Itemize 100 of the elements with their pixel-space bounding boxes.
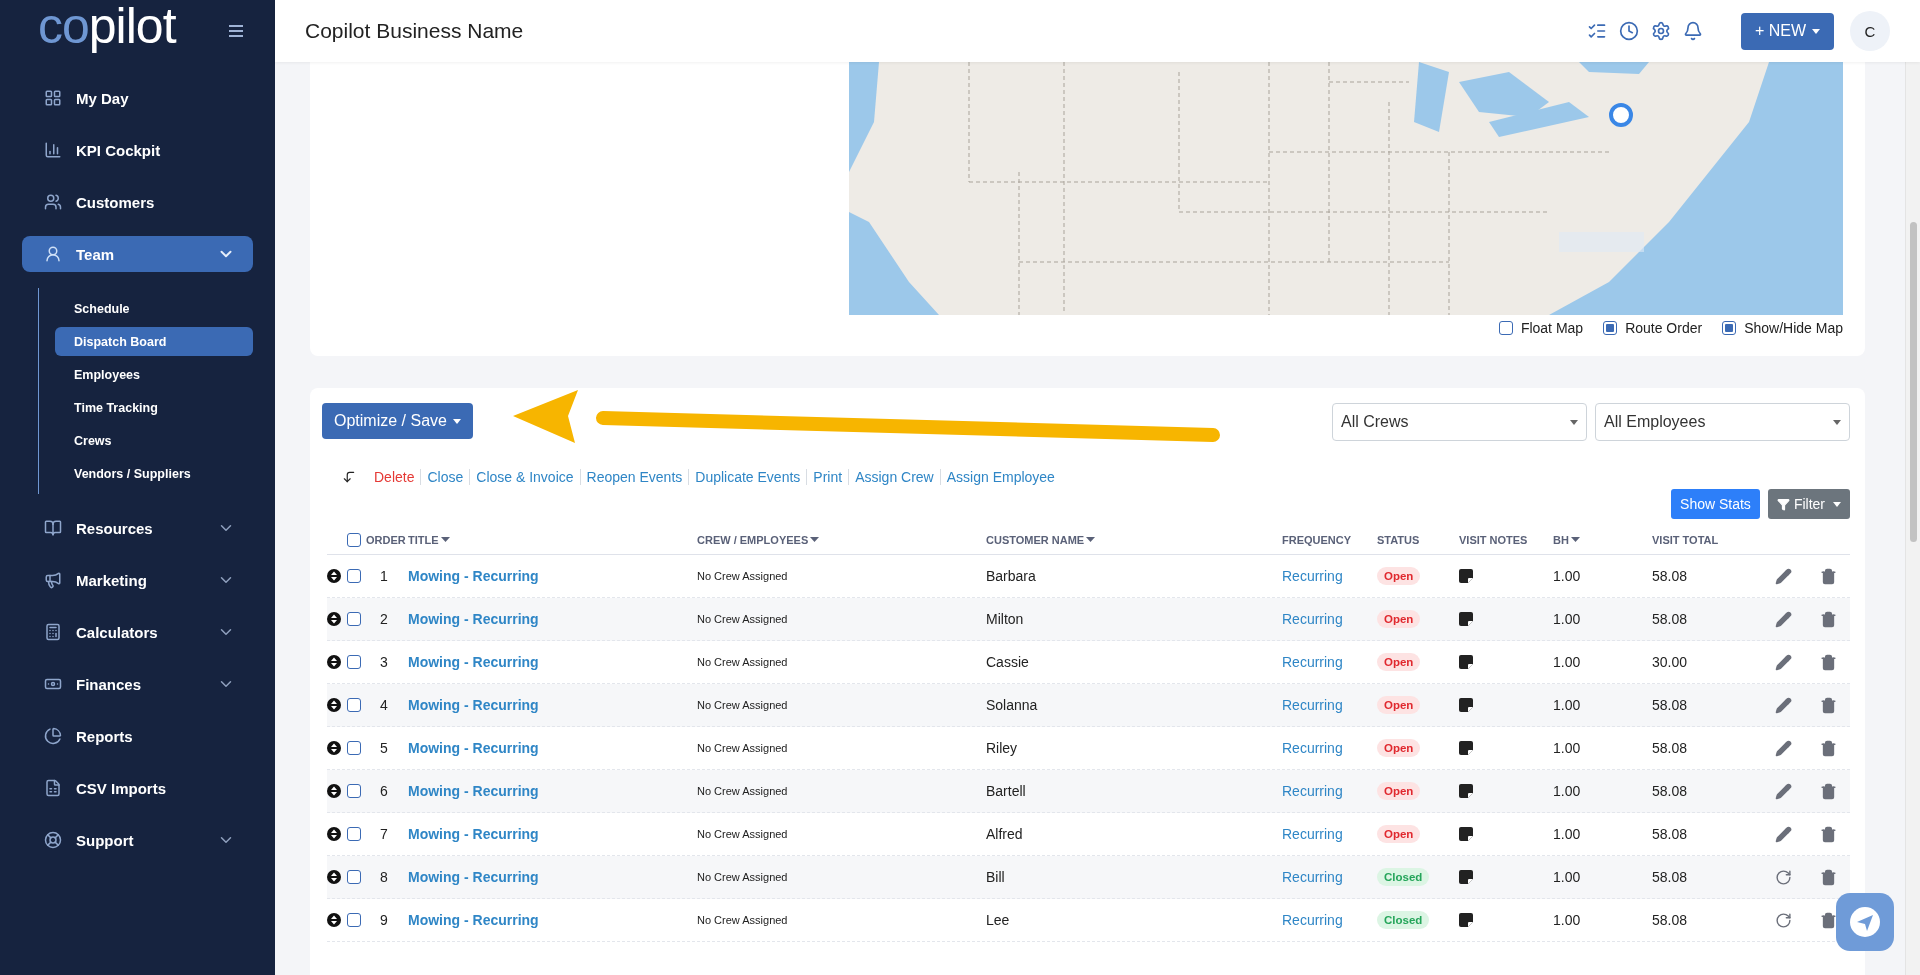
checkbox[interactable]: [347, 741, 361, 755]
reorder-icon[interactable]: [327, 655, 341, 669]
event-title-link[interactable]: Mowing - Recurring: [408, 826, 539, 842]
nav-item[interactable]: Resources: [22, 510, 253, 546]
checkbox-option[interactable]: Route Order: [1603, 320, 1703, 336]
event-title-link[interactable]: Mowing - Recurring: [408, 869, 539, 885]
reorder-icon[interactable]: [327, 569, 341, 583]
bell-icon[interactable]: [1682, 21, 1703, 41]
action-link[interactable]: Print: [806, 469, 849, 485]
new-button[interactable]: + NEW: [1740, 12, 1834, 50]
edit-icon[interactable]: [1775, 567, 1792, 585]
show-stats-button[interactable]: Show Stats: [1671, 489, 1760, 519]
checkbox[interactable]: [347, 784, 361, 798]
nav-subitem[interactable]: Schedule: [55, 294, 253, 323]
reorder-icon[interactable]: [327, 741, 341, 755]
nav-item[interactable]: Reports: [22, 718, 253, 754]
reopen-icon[interactable]: [1775, 911, 1792, 929]
frequency-link[interactable]: Recurring: [1282, 568, 1343, 584]
action-link[interactable]: Assign Crew: [848, 469, 940, 485]
event-title-link[interactable]: Mowing - Recurring: [408, 654, 539, 670]
action-link[interactable]: Close: [420, 469, 470, 485]
frequency-link[interactable]: Recurring: [1282, 654, 1343, 670]
delete-icon[interactable]: [1820, 567, 1837, 585]
note-icon[interactable]: [1459, 913, 1473, 927]
frequency-link[interactable]: Recurring: [1282, 912, 1343, 928]
frequency-link[interactable]: Recurring: [1282, 783, 1343, 799]
event-title-link[interactable]: Mowing - Recurring: [408, 611, 539, 627]
reorder-icon[interactable]: [327, 698, 341, 712]
event-title-link[interactable]: Mowing - Recurring: [408, 568, 539, 584]
filter-button[interactable]: Filter: [1767, 489, 1850, 519]
checkbox[interactable]: [347, 698, 361, 712]
frequency-link[interactable]: Recurring: [1282, 740, 1343, 756]
scrollbar-thumb[interactable]: [1910, 222, 1917, 542]
nav-item[interactable]: CSV Imports: [22, 770, 253, 806]
action-link[interactable]: Duplicate Events: [688, 469, 807, 485]
nav-subitem[interactable]: Vendors / Suppliers: [55, 459, 253, 488]
checkbox[interactable]: [347, 870, 361, 884]
nav-item[interactable]: Marketing: [22, 562, 253, 598]
nav-item[interactable]: KPI Cockpit: [22, 132, 253, 168]
nav-subitem[interactable]: Time Tracking: [55, 393, 253, 422]
frequency-link[interactable]: Recurring: [1282, 869, 1343, 885]
nav-item[interactable]: Calculators: [22, 614, 253, 650]
nav-subitem[interactable]: Crews: [55, 426, 253, 455]
note-icon[interactable]: [1459, 784, 1473, 798]
clock-icon[interactable]: [1618, 21, 1639, 41]
frequency-link[interactable]: Recurring: [1282, 611, 1343, 627]
note-icon[interactable]: [1459, 655, 1473, 669]
nav-item[interactable]: My Day: [22, 80, 253, 116]
edit-icon[interactable]: [1775, 739, 1792, 757]
frequency-link[interactable]: Recurring: [1282, 826, 1343, 842]
checkbox[interactable]: [347, 827, 361, 841]
event-title-link[interactable]: Mowing - Recurring: [408, 740, 539, 756]
delete-icon[interactable]: [1820, 868, 1837, 886]
checkbox[interactable]: [347, 612, 361, 626]
delete-icon[interactable]: [1820, 825, 1837, 843]
note-icon[interactable]: [1459, 612, 1473, 626]
checkbox[interactable]: [347, 913, 361, 927]
nav-item[interactable]: Customers: [22, 184, 253, 220]
edit-icon[interactable]: [1775, 825, 1792, 843]
checkbox[interactable]: [347, 655, 361, 669]
checkbox[interactable]: [347, 569, 361, 583]
checkbox-option[interactable]: Float Map: [1498, 320, 1584, 336]
note-icon[interactable]: [1459, 870, 1473, 884]
delete-icon[interactable]: [1820, 739, 1837, 757]
action-link[interactable]: Delete: [368, 469, 421, 485]
checkbox-option[interactable]: Show/Hide Map: [1722, 320, 1843, 336]
edit-icon[interactable]: [1775, 610, 1792, 628]
frequency-link[interactable]: Recurring: [1282, 697, 1343, 713]
note-icon[interactable]: [1459, 569, 1473, 583]
action-link[interactable]: Close & Invoice: [469, 469, 580, 485]
reorder-icon[interactable]: [327, 827, 341, 841]
delete-icon[interactable]: [1820, 782, 1837, 800]
note-icon[interactable]: [1459, 827, 1473, 841]
reopen-icon[interactable]: [1775, 868, 1792, 886]
checklist-icon[interactable]: [1586, 21, 1607, 41]
event-title-link[interactable]: Mowing - Recurring: [408, 783, 539, 799]
action-link[interactable]: Reopen Events: [579, 469, 689, 485]
delete-icon[interactable]: [1820, 610, 1837, 628]
nav-subitem[interactable]: Employees: [55, 360, 253, 389]
edit-icon[interactable]: [1775, 653, 1792, 671]
reorder-icon[interactable]: [327, 612, 341, 626]
delete-icon[interactable]: [1820, 911, 1837, 929]
event-title-link[interactable]: Mowing - Recurring: [408, 912, 539, 928]
edit-icon[interactable]: [1775, 782, 1792, 800]
nav-subitem[interactable]: Dispatch Board: [55, 327, 253, 356]
edit-icon[interactable]: [1775, 696, 1792, 714]
crew-select[interactable]: All Crews: [1332, 403, 1587, 441]
action-link[interactable]: Assign Employee: [939, 469, 1061, 485]
event-title-link[interactable]: Mowing - Recurring: [408, 697, 539, 713]
delete-icon[interactable]: [1820, 696, 1837, 714]
optimize-save-button[interactable]: Optimize / Save: [322, 403, 473, 439]
note-icon[interactable]: [1459, 741, 1473, 755]
settings-icon[interactable]: [1650, 21, 1671, 41]
nav-item[interactable]: Support: [22, 822, 253, 858]
reorder-icon[interactable]: [327, 870, 341, 884]
reorder-icon[interactable]: [327, 913, 341, 927]
nav-item[interactable]: Finances: [22, 666, 253, 702]
employee-select[interactable]: All Employees: [1595, 403, 1850, 441]
note-icon[interactable]: [1459, 698, 1473, 712]
reorder-icon[interactable]: [327, 784, 341, 798]
